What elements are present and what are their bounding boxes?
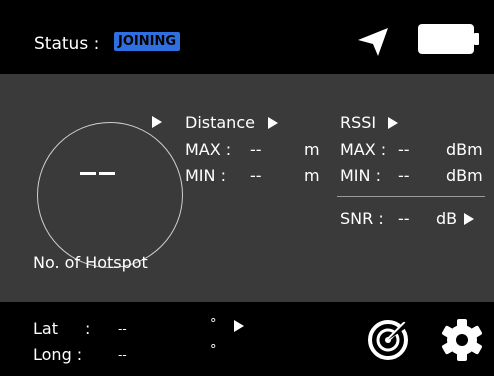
lat-separator: :: [85, 319, 91, 338]
location-arrow-icon[interactable]: [234, 320, 244, 332]
location-bar: [0, 302, 494, 376]
navigation-arrow-icon[interactable]: [356, 26, 390, 62]
long-label: Long :: [33, 345, 83, 364]
distance-min-unit: m: [304, 166, 320, 185]
hotspot-count-dash: [99, 172, 115, 175]
lat-value: --: [118, 322, 127, 336]
distance-max-label: MAX :: [185, 140, 232, 159]
rssi-snr-divider: [337, 196, 485, 197]
rssi-min-value: --: [398, 166, 410, 185]
distance-min-value: --: [250, 166, 262, 185]
rssi-min-unit: dBm: [446, 166, 483, 185]
distance-max-unit: m: [304, 140, 320, 159]
hotspot-expand-arrow-icon[interactable]: [152, 116, 162, 128]
distance-min-label: MIN :: [185, 166, 226, 185]
hotspot-count-circle: [37, 122, 183, 268]
long-degree: °: [210, 343, 217, 358]
rssi-max-unit: dBm: [446, 140, 483, 159]
battery-icon: [418, 22, 480, 60]
snr-arrow-icon[interactable]: [464, 213, 474, 225]
snr-value: --: [398, 209, 410, 228]
status-label: Status :: [34, 34, 100, 54]
long-value: --: [118, 348, 127, 362]
rssi-arrow-icon[interactable]: [388, 117, 398, 129]
hotspot-count-dash: [80, 172, 96, 175]
snr-unit: dB: [436, 209, 458, 228]
rssi-max-value: --: [398, 140, 410, 159]
gear-icon[interactable]: [440, 318, 484, 366]
hotspot-label: No. of Hotspot: [33, 253, 148, 272]
distance-arrow-icon[interactable]: [268, 117, 278, 129]
lat-label: Lat: [33, 319, 58, 338]
rssi-min-label: MIN :: [340, 166, 381, 185]
rssi-max-label: MAX :: [340, 140, 387, 159]
status-badge: JOINING: [114, 32, 180, 51]
snr-label: SNR :: [340, 209, 384, 228]
radar-icon[interactable]: [366, 318, 410, 366]
distance-title: Distance: [185, 113, 255, 132]
lat-degree: °: [210, 317, 217, 332]
distance-max-value: --: [250, 140, 262, 159]
rssi-title: RSSI: [340, 113, 377, 132]
